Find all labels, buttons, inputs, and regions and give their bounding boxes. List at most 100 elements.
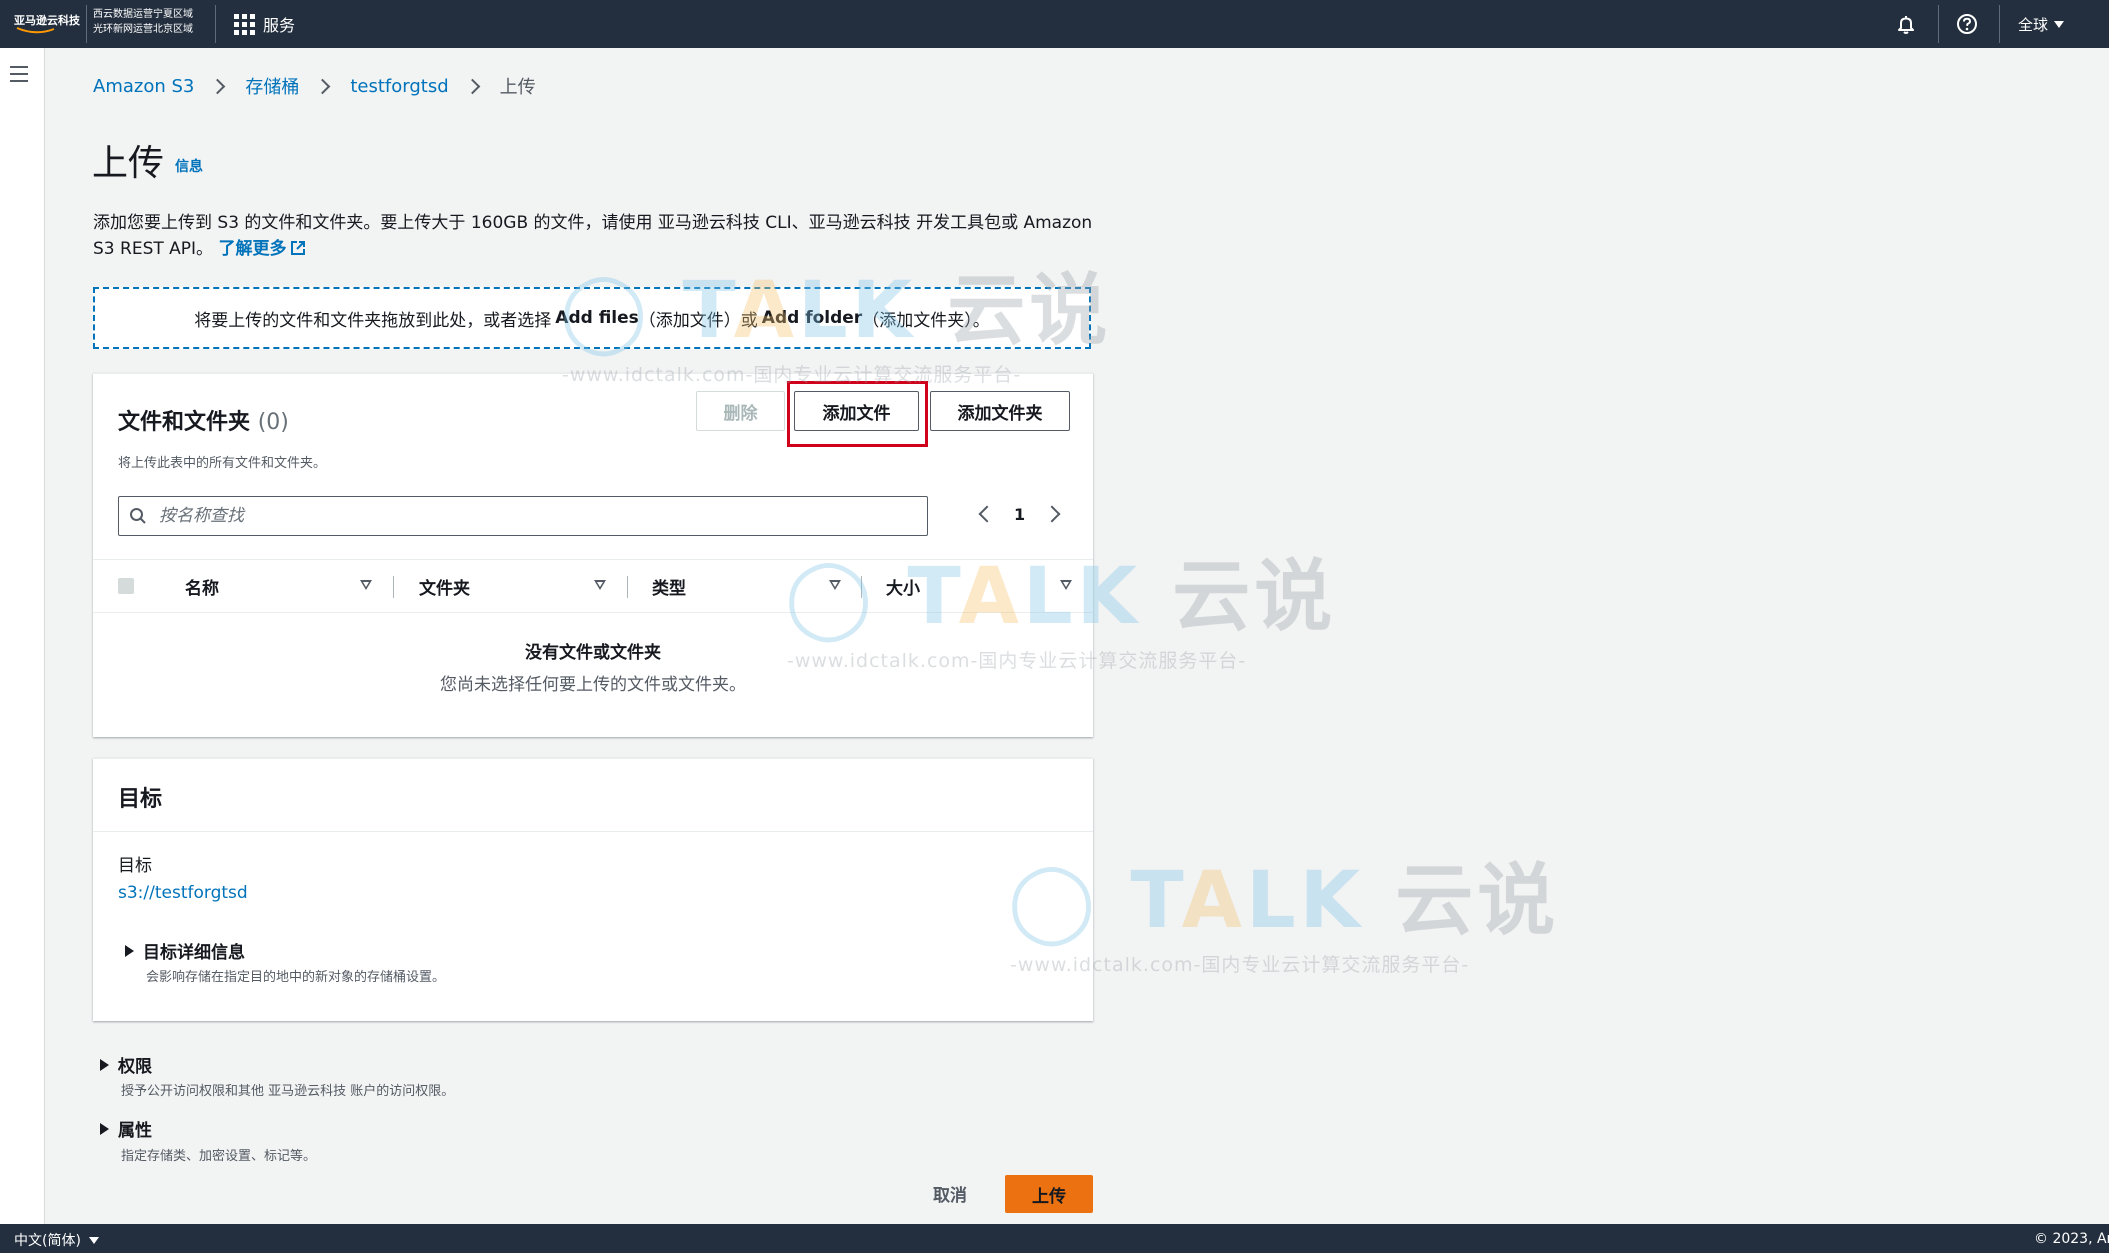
caret-down-icon (88, 1236, 99, 1244)
watermark-a: A (1181, 856, 1246, 946)
permissions-expander[interactable]: 权限 (100, 1052, 152, 1077)
files-count: (0) (257, 410, 289, 435)
dropzone-prefix: 将要上传的文件和文件夹拖放到此处，或者选择 (194, 310, 552, 331)
sort-icon[interactable] (1060, 580, 1072, 590)
destination-details-subtitle: 会影响存储在指定目的地中的新对象的存储桶设置。 (146, 970, 446, 985)
watermark-lk: LK (1245, 856, 1365, 946)
search-input[interactable] (157, 505, 901, 527)
nav-divider (1938, 5, 1939, 43)
side-navigation (0, 48, 45, 1224)
region-info: 西云数据运营宁夏区域 光环新网运营北京区域 (93, 7, 193, 37)
column-folder[interactable]: 文件夹 (419, 574, 470, 599)
destination-label: 目标 (118, 856, 152, 876)
files-title-text: 文件和文件夹 (118, 410, 251, 435)
nav-divider (1999, 5, 2000, 43)
grid-icon (234, 13, 255, 35)
chevron-right-icon (464, 78, 480, 94)
dropzone-add-files: Add files (555, 308, 639, 328)
region-line-2: 光环新网运营北京区域 (93, 24, 193, 35)
drop-zone[interactable]: 将要上传的文件和文件夹拖放到此处，或者选择 Add files （添加文件） 或… (93, 287, 1091, 349)
destination-title: 目标 (118, 787, 163, 812)
destination-details-title: 目标详细信息 (143, 943, 245, 963)
properties-title: 属性 (118, 1121, 152, 1141)
learn-more-link[interactable]: 了解更多 (218, 239, 306, 259)
dropzone-or: 或 (740, 310, 758, 331)
menu-icon[interactable] (10, 66, 28, 82)
upload-button[interactable]: 上传 (1005, 1175, 1093, 1213)
dropzone-add-files-cn: （添加文件） (638, 310, 741, 331)
logo-text: 亚马逊云科技 (14, 14, 80, 27)
destination-header: 目标 (93, 759, 1093, 832)
services-label: 服务 (263, 16, 296, 35)
select-all-checkbox[interactable] (118, 578, 134, 594)
column-divider (393, 576, 394, 598)
brand-logo[interactable]: 亚马逊云科技 (12, 7, 84, 41)
chevron-right-icon (210, 78, 226, 94)
table-header: 名称 文件夹 类型 大小 (93, 559, 1093, 613)
destination-link[interactable]: s3://testforgtsd (118, 883, 248, 903)
global-region-selector[interactable]: 全球 (2018, 12, 2065, 36)
add-folder-button[interactable]: 添加文件夹 (930, 391, 1070, 431)
page-number[interactable]: 1 (1014, 505, 1025, 524)
caret-right-icon (100, 1058, 109, 1071)
properties-expander[interactable]: 属性 (100, 1116, 152, 1141)
top-navigation: 亚马逊云科技 西云数据运营宁夏区域 光环新网运营北京区域 服务 全球 (0, 0, 2109, 48)
cancel-button[interactable]: 取消 (920, 1175, 980, 1211)
sort-icon[interactable] (829, 580, 841, 590)
watermark-cn: 云说 (1172, 552, 1337, 642)
region-line-1: 西云数据运营宁夏区域 (93, 9, 193, 20)
caret-down-icon (2054, 20, 2065, 28)
chevron-left-icon[interactable] (978, 505, 996, 523)
column-divider (627, 576, 628, 598)
watermark-cn: 云说 (1395, 856, 1560, 946)
nav-divider (86, 5, 87, 43)
highlight-box (787, 381, 928, 447)
copyright-text: © 2023, Ar (2034, 1231, 2109, 1247)
external-link-icon (291, 241, 306, 255)
breadcrumb-bucket[interactable]: testforgtsd (350, 76, 448, 97)
files-panel-title: 文件和文件夹 (0) (118, 404, 289, 436)
caret-right-icon (100, 1122, 109, 1135)
column-type[interactable]: 类型 (652, 574, 686, 599)
help-icon[interactable] (1953, 10, 1981, 38)
column-size[interactable]: 大小 (886, 574, 920, 599)
sort-icon[interactable] (594, 580, 606, 590)
destination-details-expander[interactable]: 目标详细信息 (125, 938, 245, 963)
watermark-t: T (1130, 856, 1182, 946)
empty-state-subtitle: 您尚未选择任何要上传的文件或文件夹。 (440, 675, 746, 695)
files-panel-subtitle: 将上传此表中的所有文件和文件夹。 (118, 456, 327, 471)
empty-state-title: 没有文件或文件夹 (525, 643, 661, 663)
properties-subtitle: 指定存储类、加密设置、标记等。 (121, 1149, 317, 1164)
smile-arrow-icon (16, 27, 55, 34)
notifications-bell-icon[interactable] (1892, 10, 1920, 38)
breadcrumb-current: 上传 (499, 77, 536, 98)
search-icon (130, 508, 146, 524)
dropzone-add-folder: Add folder (761, 308, 863, 328)
global-label: 全球 (2018, 15, 2049, 34)
destination-panel: 目标 目标 s3://testforgtsd 目标详细信息 会影响存储在指定目的… (93, 758, 1093, 1021)
page-description: 添加您要上传到 S3 的文件和文件夹。要上传大于 160GB 的文件，请使用 亚… (93, 210, 1093, 262)
breadcrumb-buckets[interactable]: 存储桶 (245, 73, 299, 99)
services-menu[interactable]: 服务 (234, 12, 295, 36)
chevron-right-icon (315, 78, 331, 94)
dropzone-add-folder-cn: （添加文件夹）。 (862, 310, 990, 331)
delete-button[interactable]: 删除 (696, 391, 785, 431)
column-divider (861, 576, 862, 598)
search-field[interactable] (118, 496, 928, 536)
language-label: 中文(简体) (14, 1233, 81, 1249)
breadcrumb-s3[interactable]: Amazon S3 (93, 76, 194, 97)
permissions-subtitle: 授予公开访问权限和其他 亚马逊云科技 账户的访问权限。 (121, 1084, 455, 1099)
caret-right-icon (125, 944, 134, 957)
column-name[interactable]: 名称 (185, 574, 219, 599)
page-title: 上传 (92, 143, 165, 184)
footer: 中文(简体) © 2023, Ar (0, 1224, 2109, 1253)
files-and-folders-panel: 文件和文件夹 (0) 将上传此表中的所有文件和文件夹。 删除 添加文件 添加文件… (93, 373, 1093, 737)
chevron-right-icon[interactable] (1043, 505, 1061, 523)
breadcrumb: Amazon S3 存储桶 testforgtsd 上传 (93, 73, 536, 99)
info-link[interactable]: 信息 (175, 156, 203, 176)
learn-more-label: 了解更多 (218, 239, 287, 259)
sort-icon[interactable] (360, 580, 372, 590)
language-selector[interactable]: 中文(简体) (14, 1230, 99, 1250)
nav-divider (215, 5, 216, 43)
permissions-title: 权限 (118, 1057, 152, 1077)
